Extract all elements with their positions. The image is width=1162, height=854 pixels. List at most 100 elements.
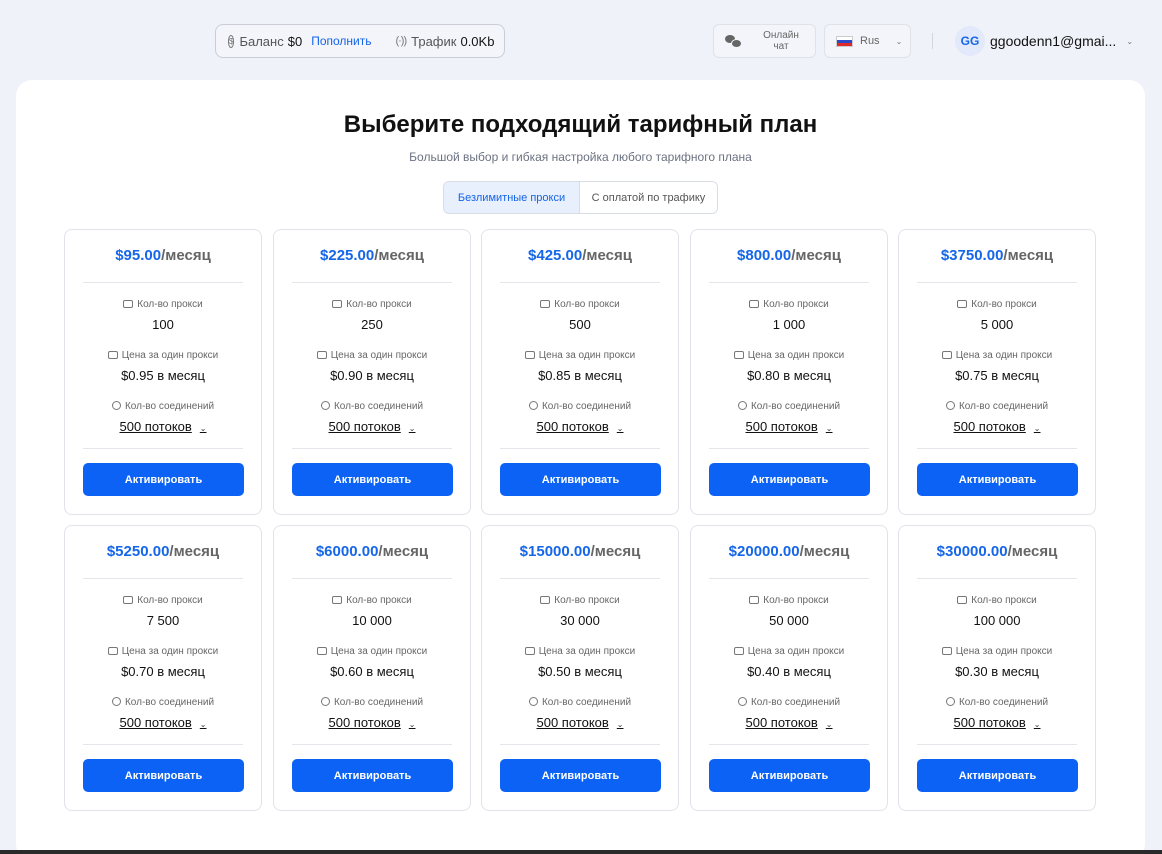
plan-card: $5250.00/месяц Кол-во прокси 7 500 Цена за … bbox=[64, 525, 262, 811]
label-text: Кол-во прокси bbox=[346, 595, 412, 606]
activate-button[interactable]: Активировать bbox=[917, 463, 1078, 496]
wallet-icon bbox=[733, 647, 744, 655]
label-text: Кол-во прокси bbox=[763, 299, 829, 310]
activate-button[interactable]: Активировать bbox=[292, 463, 453, 496]
activate-button[interactable]: Активировать bbox=[83, 759, 244, 792]
connections-icon bbox=[111, 697, 121, 706]
label-text: Кол-во прокси bbox=[971, 299, 1037, 310]
divider bbox=[917, 282, 1077, 283]
price-period: /месяц bbox=[582, 247, 632, 264]
plan-price: $5250.00/месяц bbox=[65, 543, 261, 560]
connections-label: Кол-во соединений bbox=[65, 697, 261, 708]
divider bbox=[709, 578, 869, 579]
proxy-count-label: Кол-во прокси bbox=[691, 595, 887, 606]
divider bbox=[709, 744, 869, 745]
proxy-count-value: 10 000 bbox=[352, 613, 392, 628]
threads-value: 500 потоков bbox=[953, 715, 1026, 730]
label-text: Цена за один прокси bbox=[330, 350, 428, 361]
tab-unlimited[interactable]: Безлимитные прокси bbox=[444, 182, 580, 213]
tab-traffic[interactable]: С оплатой по трафику bbox=[580, 182, 717, 213]
router-icon bbox=[540, 596, 551, 604]
threads-value: 500 потоков bbox=[119, 715, 192, 730]
threads-dropdown[interactable]: 500 потоков ⌄ bbox=[274, 419, 470, 434]
label-text: Цена за один прокси bbox=[747, 350, 845, 361]
divider bbox=[83, 448, 243, 449]
threads-dropdown[interactable]: 500 потоков ⌄ bbox=[691, 419, 887, 434]
plan-price: $15000.00/месяц bbox=[482, 543, 678, 560]
activate-button[interactable]: Активировать bbox=[83, 463, 244, 496]
main-panel: Выберите подходящий тарифный план Большо… bbox=[16, 80, 1145, 854]
divider bbox=[709, 282, 869, 283]
price-amount: $6000.00 bbox=[315, 543, 379, 560]
bottom-edge bbox=[0, 850, 1162, 854]
page-subtitle: Большой выбор и гибкая настройка любого … bbox=[409, 150, 752, 164]
price-period: /месяц bbox=[1003, 247, 1054, 264]
price-per-proxy-label: Цена за один прокси bbox=[899, 350, 1095, 361]
price-amount: $30000.00 bbox=[936, 543, 1008, 560]
threads-dropdown[interactable]: 500 потоков ⌄ bbox=[691, 715, 887, 730]
price-per-proxy-label: Цена за один прокси bbox=[274, 350, 470, 361]
label-text: Кол-во соединений bbox=[124, 697, 215, 708]
price-per-proxy-label: Цена за один прокси bbox=[691, 646, 887, 657]
connections-label: Кол-во соединений bbox=[482, 401, 678, 412]
proxy-count-value: 5 000 bbox=[980, 317, 1014, 332]
proxy-count-label: Кол-во прокси bbox=[65, 299, 261, 310]
divider bbox=[709, 448, 869, 449]
wallet-icon bbox=[941, 647, 952, 655]
proxy-count-value: 1 000 bbox=[772, 317, 806, 332]
threads-dropdown[interactable]: 500 потоков ⌄ bbox=[899, 715, 1095, 730]
plan-price: $6000.00/месяц bbox=[274, 543, 470, 560]
label-text: Цена за один прокси bbox=[121, 350, 219, 361]
proxy-count-label: Кол-во прокси bbox=[691, 299, 887, 310]
activate-button[interactable]: Активировать bbox=[709, 463, 870, 496]
threads-value: 500 потоков bbox=[328, 419, 401, 434]
price-per-proxy-value: $0.85 в месяц bbox=[538, 368, 622, 383]
connections-icon bbox=[320, 401, 330, 410]
label-text: Кол-во прокси bbox=[763, 595, 829, 606]
divider bbox=[917, 578, 1077, 579]
divider bbox=[83, 744, 243, 745]
plan-card: $30000.00/месяц Кол-во прокси 100 000 Цена … bbox=[898, 525, 1096, 811]
router-icon bbox=[749, 300, 760, 308]
plan-card: $20000.00/месяц Кол-во прокси 50 000 Цена з… bbox=[690, 525, 888, 811]
threads-value: 500 потоков bbox=[328, 715, 401, 730]
activate-button[interactable]: Активировать bbox=[917, 759, 1078, 792]
proxy-count-label: Кол-во прокси bbox=[899, 595, 1095, 606]
price-amount: $225.00 bbox=[320, 247, 375, 264]
online-chat-button[interactable]: Онлайн чат bbox=[713, 24, 816, 58]
plan-price: $20000.00/месяц bbox=[691, 543, 887, 560]
price-period: /месяц bbox=[799, 543, 850, 560]
threads-dropdown[interactable]: 500 потоков ⌄ bbox=[899, 419, 1095, 434]
chevron-down-icon: ⌄ bbox=[825, 720, 833, 729]
label-text: Кол-во соединений bbox=[333, 401, 424, 412]
connections-label: Кол-во соединений bbox=[899, 697, 1095, 708]
language-selector[interactable]: Rus ⌄ bbox=[824, 24, 911, 58]
chevron-down-icon: ⌄ bbox=[616, 424, 624, 433]
proxy-count-value: 30 000 bbox=[560, 613, 600, 628]
topup-link[interactable]: Пополнить bbox=[311, 34, 371, 48]
plan-card: $15000.00/месяц Кол-во прокси 30 000 Цена з… bbox=[481, 525, 679, 811]
plan-type-tabs: Безлимитные прокси С оплатой по трафику bbox=[443, 181, 718, 214]
plan-card: $95.00/месяц Кол-во прокси 100 Цена за один… bbox=[64, 229, 262, 515]
activate-button[interactable]: Активировать bbox=[500, 759, 661, 792]
proxy-count-value: 100 000 bbox=[973, 613, 1021, 628]
threads-dropdown[interactable]: 500 потоков ⌄ bbox=[482, 715, 678, 730]
threads-value: 500 потоков bbox=[119, 419, 192, 434]
connections-icon bbox=[320, 697, 330, 706]
price-amount: $95.00 bbox=[115, 247, 162, 264]
threads-dropdown[interactable]: 500 потоков ⌄ bbox=[482, 419, 678, 434]
label-text: Кол-во соединений bbox=[124, 401, 215, 412]
label-text: Цена за один прокси bbox=[330, 646, 428, 657]
activate-button[interactable]: Активировать bbox=[292, 759, 453, 792]
plan-price: $225.00/месяц bbox=[274, 247, 470, 264]
activate-button[interactable]: Активировать bbox=[709, 759, 870, 792]
activate-button[interactable]: Активировать bbox=[500, 463, 661, 496]
label-text: Цена за один прокси bbox=[955, 350, 1053, 361]
top-bar: $ Баланс $0 Пополнить (·)) Трафик 0.0Kb … bbox=[0, 0, 1162, 80]
threads-dropdown[interactable]: 500 потоков ⌄ bbox=[274, 715, 470, 730]
wallet-icon bbox=[107, 647, 118, 655]
user-menu[interactable]: GG ggoodenn1@gmai... ⌄ bbox=[955, 25, 1133, 57]
threads-dropdown[interactable]: 500 потоков ⌄ bbox=[65, 715, 261, 730]
price-period: /месяц bbox=[161, 247, 211, 264]
threads-dropdown[interactable]: 500 потоков ⌄ bbox=[65, 419, 261, 434]
